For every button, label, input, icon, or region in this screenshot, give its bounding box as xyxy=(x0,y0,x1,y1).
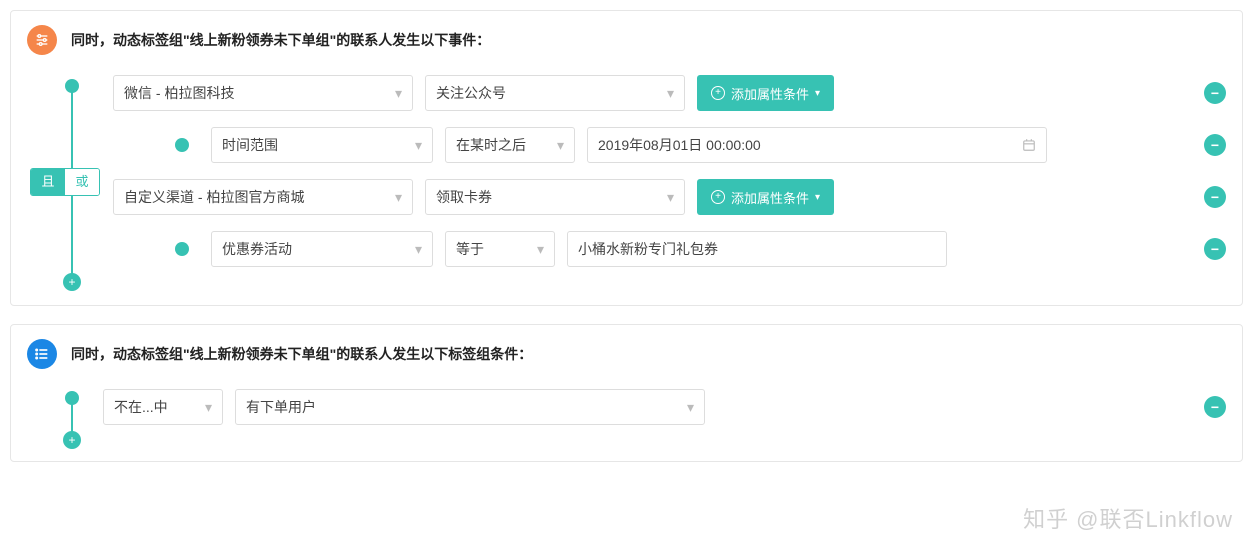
chevron-down-icon: ▾ xyxy=(557,137,564,154)
chevron-down-icon: ▾ xyxy=(815,88,820,99)
settings-icon xyxy=(27,25,57,55)
logic-and[interactable]: 且 xyxy=(31,169,65,195)
event-select-value: 领取卡券 xyxy=(436,187,492,207)
remove-row-button[interactable]: − xyxy=(1204,82,1226,104)
attr-field-select[interactable]: 优惠券活动 ▾ xyxy=(211,231,433,267)
attr-field-select[interactable]: 时间范围 ▾ xyxy=(211,127,433,163)
attr-field-value: 时间范围 xyxy=(222,135,278,155)
events-title: 同时，动态标签组"线上新粉领券未下单组"的联系人发生以下事件： xyxy=(71,30,490,50)
plus-circle-icon: + xyxy=(711,190,725,204)
event-select[interactable]: 关注公众号 ▾ xyxy=(425,75,685,111)
tag-value-text: 有下单用户 xyxy=(246,397,316,417)
add-attr-button[interactable]: + 添加属性条件 ▾ xyxy=(697,179,834,215)
tags-rail: + xyxy=(53,389,89,445)
add-tag-condition-button[interactable]: + xyxy=(63,431,81,449)
chevron-down-icon: ▾ xyxy=(395,189,402,206)
attr-row: 时间范围 ▾ 在某时之后 ▾ 2019年08月01日 00:00:00 xyxy=(113,127,1226,163)
channel-select-value: 微信 - 柏拉图科技 xyxy=(124,83,234,103)
sub-dot xyxy=(175,242,189,256)
events-rail: + 且 或 xyxy=(53,75,89,289)
event-select-value: 关注公众号 xyxy=(436,83,506,103)
remove-row-button[interactable]: − xyxy=(1204,186,1226,208)
attr-value-input[interactable]: 小桶水新粉专门礼包券 xyxy=(567,231,947,267)
chevron-down-icon: ▾ xyxy=(667,85,674,102)
attr-field-value: 优惠券活动 xyxy=(222,239,292,259)
add-attr-label: 添加属性条件 xyxy=(731,188,809,207)
tags-body: + 不在...中 ▾ 有下单用户 ▾ − xyxy=(27,389,1226,445)
rail-dot xyxy=(65,391,79,405)
attr-value-text: 小桶水新粉专门礼包券 xyxy=(578,239,718,259)
channel-select-value: 自定义渠道 - 柏拉图官方商城 xyxy=(124,187,304,207)
chevron-down-icon: ▾ xyxy=(815,192,820,203)
rail-dot xyxy=(65,79,79,93)
event-row: 自定义渠道 - 柏拉图官方商城 ▾ 领取卡券 ▾ + 添加属性条件 ▾ − xyxy=(113,179,1226,215)
tags-panel-header: 同时，动态标签组"线上新粉领券未下单组"的联系人发生以下标签组条件： xyxy=(27,339,1226,369)
remove-tag-row-button[interactable]: − xyxy=(1204,396,1226,418)
datetime-input[interactable]: 2019年08月01日 00:00:00 xyxy=(587,127,1047,163)
sub-dot xyxy=(175,138,189,152)
chevron-down-icon: ▾ xyxy=(205,399,212,416)
attr-row: 优惠券活动 ▾ 等于 ▾ 小桶水新粉专门礼包券 − xyxy=(113,231,1226,267)
event-row: 微信 - 柏拉图科技 ▾ 关注公众号 ▾ + 添加属性条件 ▾ − xyxy=(113,75,1226,111)
tag-op-select[interactable]: 不在...中 ▾ xyxy=(103,389,223,425)
events-body: + 且 或 微信 - 柏拉图科技 ▾ 关注公众号 ▾ + 添加属性条件 xyxy=(27,75,1226,289)
chevron-down-icon: ▾ xyxy=(415,241,422,258)
events-panel-header: 同时，动态标签组"线上新粉领券未下单组"的联系人发生以下事件： xyxy=(27,25,1226,55)
add-attr-label: 添加属性条件 xyxy=(731,84,809,103)
attr-op-value: 在某时之后 xyxy=(456,135,526,155)
remove-attr-button[interactable]: − xyxy=(1204,134,1226,156)
and-or-toggle[interactable]: 且 或 xyxy=(30,168,100,196)
add-condition-button[interactable]: + xyxy=(63,273,81,291)
attr-op-select[interactable]: 在某时之后 ▾ xyxy=(445,127,575,163)
tags-panel: 同时，动态标签组"线上新粉领券未下单组"的联系人发生以下标签组条件： + 不在.… xyxy=(10,324,1243,462)
chevron-down-icon: ▾ xyxy=(667,189,674,206)
chevron-down-icon: ▾ xyxy=(537,241,544,258)
tag-row: 不在...中 ▾ 有下单用户 ▾ − xyxy=(103,389,1226,425)
tag-value-select[interactable]: 有下单用户 ▾ xyxy=(235,389,705,425)
calendar-icon xyxy=(1022,138,1036,152)
attr-op-select[interactable]: 等于 ▾ xyxy=(445,231,555,267)
chevron-down-icon: ▾ xyxy=(415,137,422,154)
channel-select[interactable]: 自定义渠道 - 柏拉图官方商城 ▾ xyxy=(113,179,413,215)
attr-op-value: 等于 xyxy=(456,239,484,259)
tag-op-value: 不在...中 xyxy=(114,397,168,417)
event-select[interactable]: 领取卡券 ▾ xyxy=(425,179,685,215)
plus-circle-icon: + xyxy=(711,86,725,100)
logic-or[interactable]: 或 xyxy=(65,169,99,195)
watermark: 知乎 @联否Linkflow xyxy=(1023,502,1233,534)
channel-select[interactable]: 微信 - 柏拉图科技 ▾ xyxy=(113,75,413,111)
events-panel: 同时，动态标签组"线上新粉领券未下单组"的联系人发生以下事件： + 且 或 微信… xyxy=(10,10,1243,306)
chevron-down-icon: ▾ xyxy=(395,85,402,102)
remove-attr-button[interactable]: − xyxy=(1204,238,1226,260)
add-attr-button[interactable]: + 添加属性条件 ▾ xyxy=(697,75,834,111)
tags-title: 同时，动态标签组"线上新粉领券未下单组"的联系人发生以下标签组条件： xyxy=(71,344,532,364)
chevron-down-icon: ▾ xyxy=(687,399,694,416)
tags-rows: 不在...中 ▾ 有下单用户 ▾ − xyxy=(89,389,1226,445)
list-icon xyxy=(27,339,57,369)
events-rows: 微信 - 柏拉图科技 ▾ 关注公众号 ▾ + 添加属性条件 ▾ − xyxy=(89,75,1226,289)
datetime-value: 2019年08月01日 00:00:00 xyxy=(598,135,761,155)
